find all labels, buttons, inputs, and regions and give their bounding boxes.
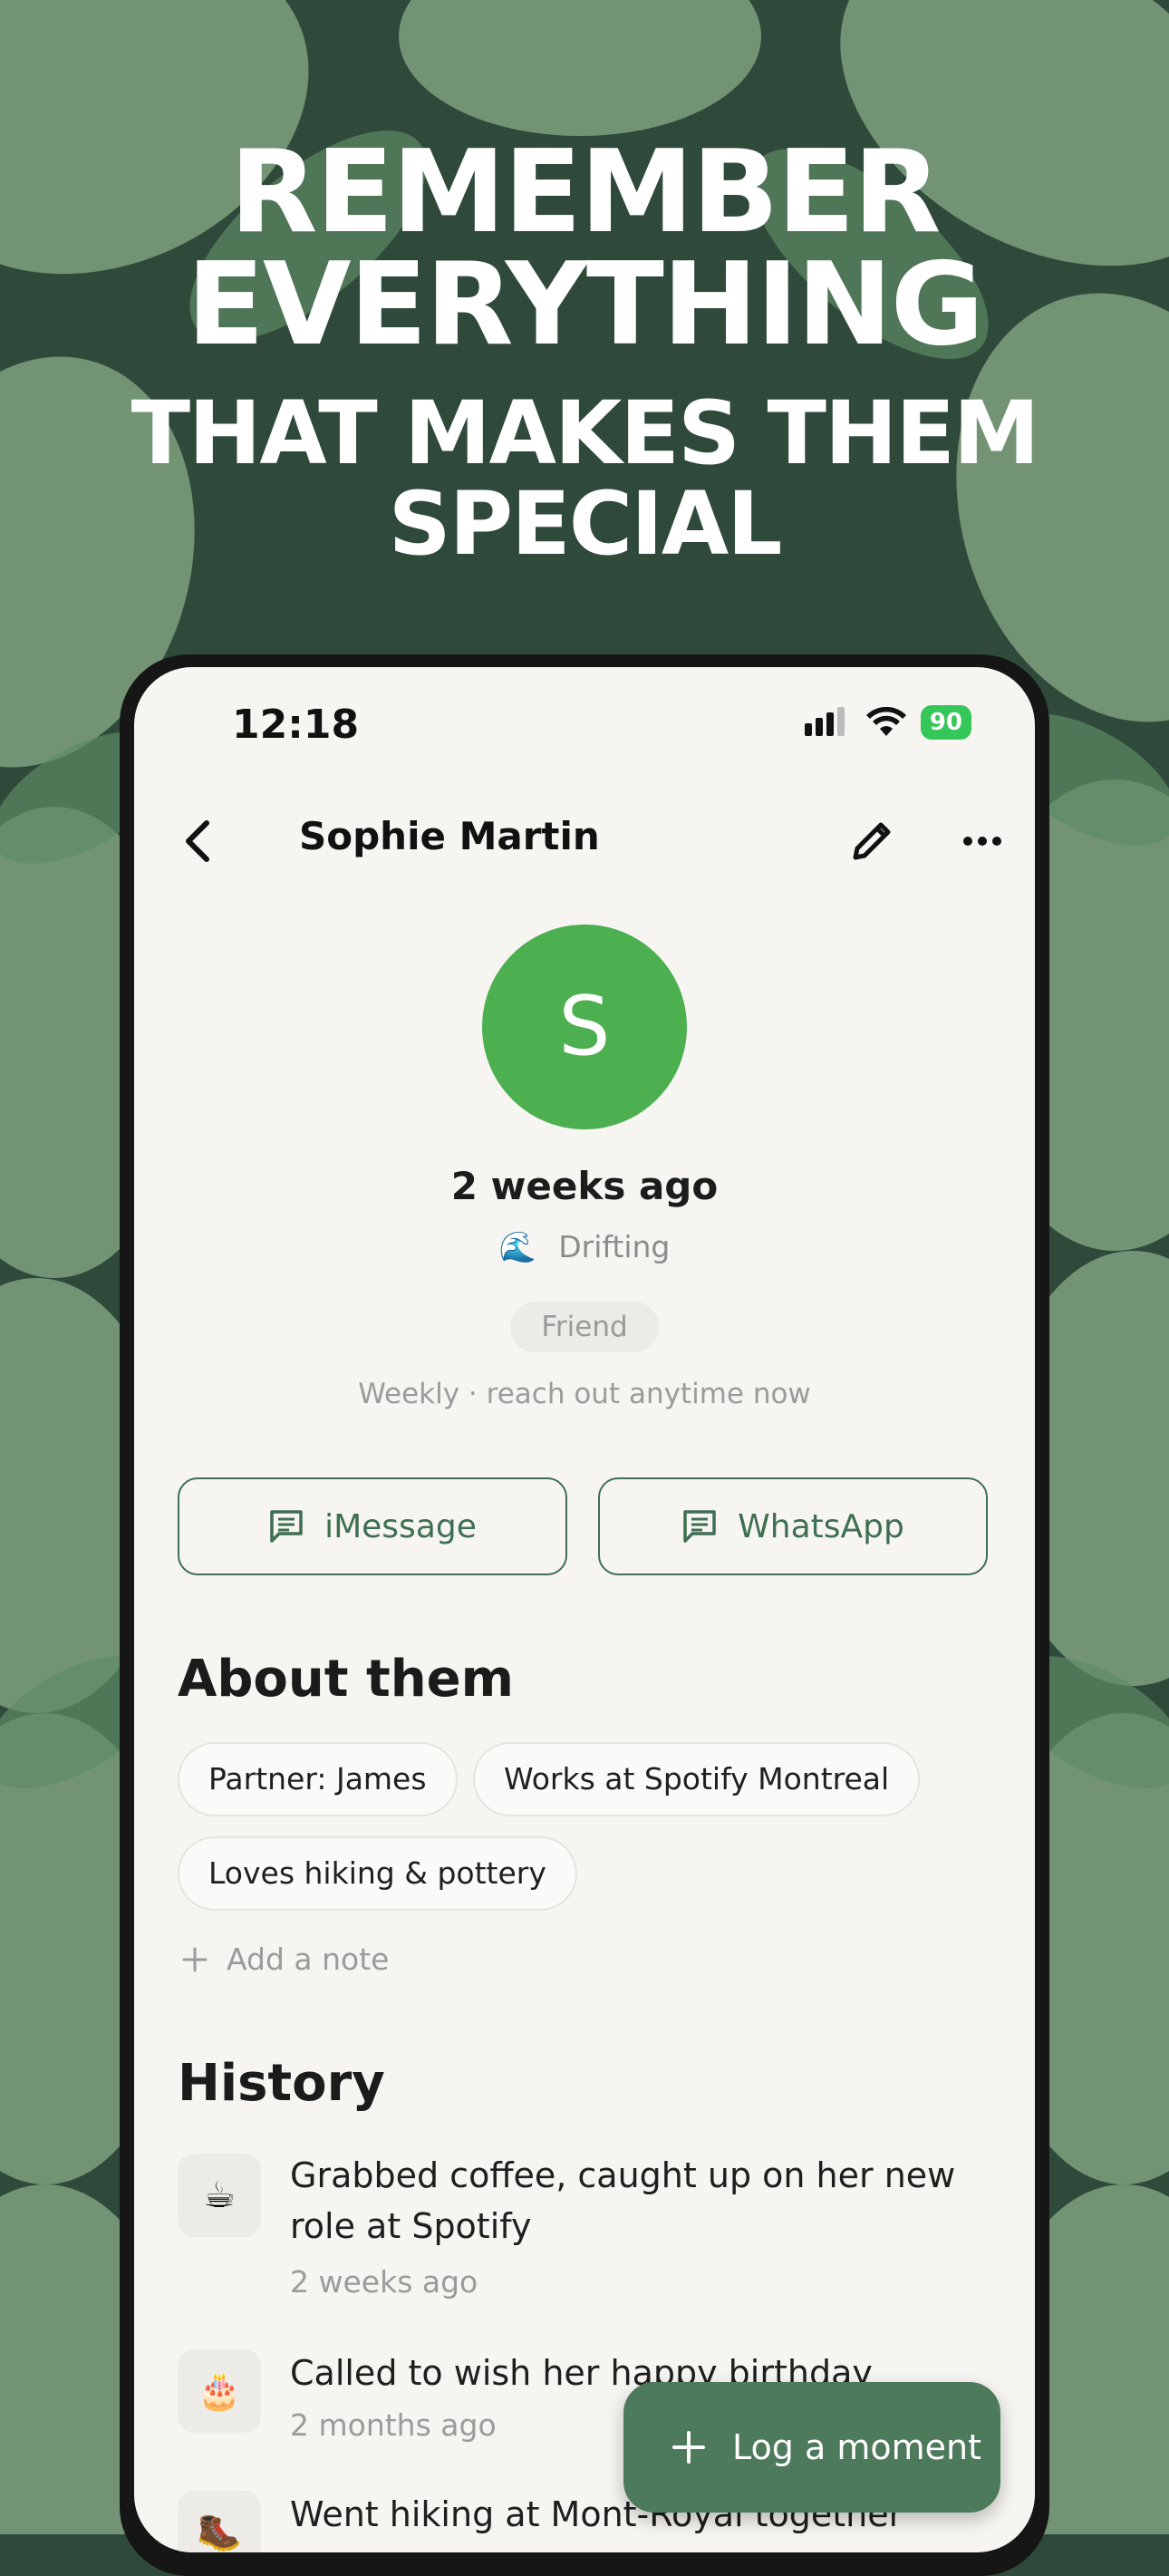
note-chip[interactable]: Partner: James bbox=[178, 1742, 458, 1816]
headline-line-3: THAT MAKES THEM bbox=[130, 383, 1040, 484]
message-icon bbox=[683, 1510, 716, 1543]
plus-icon bbox=[672, 2431, 705, 2464]
headline-line-1: REMEMBER bbox=[229, 125, 941, 258]
headline-line-4: SPECIAL bbox=[388, 473, 783, 575]
history-item-icon: 🥾 bbox=[178, 2491, 261, 2552]
ellipsis-icon[interactable] bbox=[953, 812, 1011, 870]
contact-name: Sophie Martin bbox=[299, 814, 600, 858]
about-title: About them bbox=[178, 1650, 514, 1709]
wifi-icon bbox=[865, 707, 906, 736]
headline-line-2: EVERYTHING bbox=[186, 237, 984, 371]
status-emoji: 🌊 bbox=[498, 1229, 536, 1264]
plus-icon bbox=[182, 1947, 208, 1971]
add-note-label: Add a note bbox=[227, 1942, 390, 1977]
chevron-left-icon[interactable] bbox=[172, 814, 227, 868]
status-time: 12:18 bbox=[232, 702, 360, 748]
history-item-time: 2 weeks ago bbox=[290, 2264, 478, 2300]
last-contact: 2 weeks ago bbox=[450, 1164, 719, 1208]
avatar: S bbox=[482, 925, 687, 1129]
relationship-tag[interactable]: Friend bbox=[510, 1302, 659, 1352]
relationship-tag-wrap: Friend bbox=[134, 1302, 1035, 1352]
history-title: History bbox=[178, 2054, 385, 2113]
headline-top: REMEMBER EVERYTHING bbox=[0, 125, 1169, 371]
whatsapp-button[interactable]: WhatsApp bbox=[598, 1477, 988, 1575]
status-label: Drifting bbox=[558, 1229, 671, 1264]
message-icon bbox=[270, 1510, 303, 1543]
whatsapp-label: WhatsApp bbox=[738, 1507, 904, 1545]
history-item-icon: 🎂 bbox=[178, 2349, 261, 2433]
note-chip[interactable]: Loves hiking & pottery bbox=[178, 1836, 577, 1911]
log-moment-button[interactable]: Log a moment bbox=[623, 2382, 1000, 2513]
phone-screen: 12:18 90 Sophie Martin S 2 weeks ago 🌊 D… bbox=[134, 667, 1035, 2552]
cellular-signal-icon bbox=[804, 707, 845, 736]
headline-bottom: THAT MAKES THEM SPECIAL bbox=[0, 388, 1169, 569]
imessage-button[interactable]: iMessage bbox=[178, 1477, 567, 1575]
history-item-time: 2 months ago bbox=[290, 2407, 497, 2443]
note-chip[interactable]: Works at Spotify Montreal bbox=[473, 1742, 921, 1816]
battery-indicator: 90 bbox=[920, 705, 971, 740]
history-item-text[interactable]: Grabbed coffee, caught up on her new rol… bbox=[290, 2150, 979, 2252]
status-icons: 90 bbox=[804, 705, 971, 740]
add-note-button[interactable]: Add a note bbox=[181, 1942, 389, 1977]
imessage-label: iMessage bbox=[324, 1507, 477, 1545]
contact-status: 🌊 Drifting bbox=[134, 1229, 1035, 1265]
log-moment-label: Log a moment bbox=[732, 2427, 981, 2467]
pencil-icon[interactable] bbox=[843, 812, 901, 870]
contact-frequency: Weekly · reach out anytime now bbox=[358, 1378, 811, 1410]
history-item-icon: ☕ bbox=[178, 2154, 261, 2237]
